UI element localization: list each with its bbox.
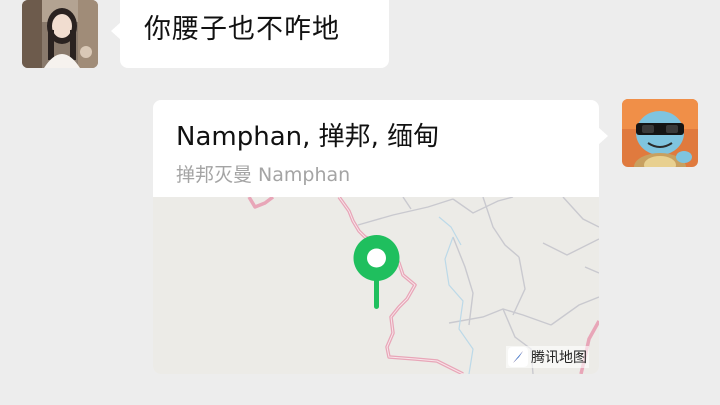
contact-avatar[interactable]: [22, 0, 98, 68]
squirtle-sunglasses-avatar-icon: [622, 99, 698, 167]
location-subtitle: 掸邦灭曼 Namphan: [176, 164, 351, 186]
woman-photo-avatar-icon: [22, 0, 98, 68]
bubble-tail: [111, 22, 121, 40]
map-provider-name: 腾讯地图: [531, 350, 587, 366]
location-title: Namphan, 掸邦, 缅甸: [176, 122, 440, 152]
tencent-map-compass-icon: [508, 347, 528, 367]
message-text: 你腰子也不咋地: [144, 14, 340, 45]
bubble-tail: [598, 127, 608, 145]
map-provider-label: 腾讯地图: [506, 346, 589, 368]
location-map-preview[interactable]: 腾讯地图: [153, 197, 599, 374]
self-avatar[interactable]: [622, 99, 698, 167]
location-message-card[interactable]: Namphan, 掸邦, 缅甸 掸邦灭曼 Namphan 腾讯地图: [153, 100, 608, 374]
received-message-bubble[interactable]: 你腰子也不咋地: [111, 0, 389, 68]
